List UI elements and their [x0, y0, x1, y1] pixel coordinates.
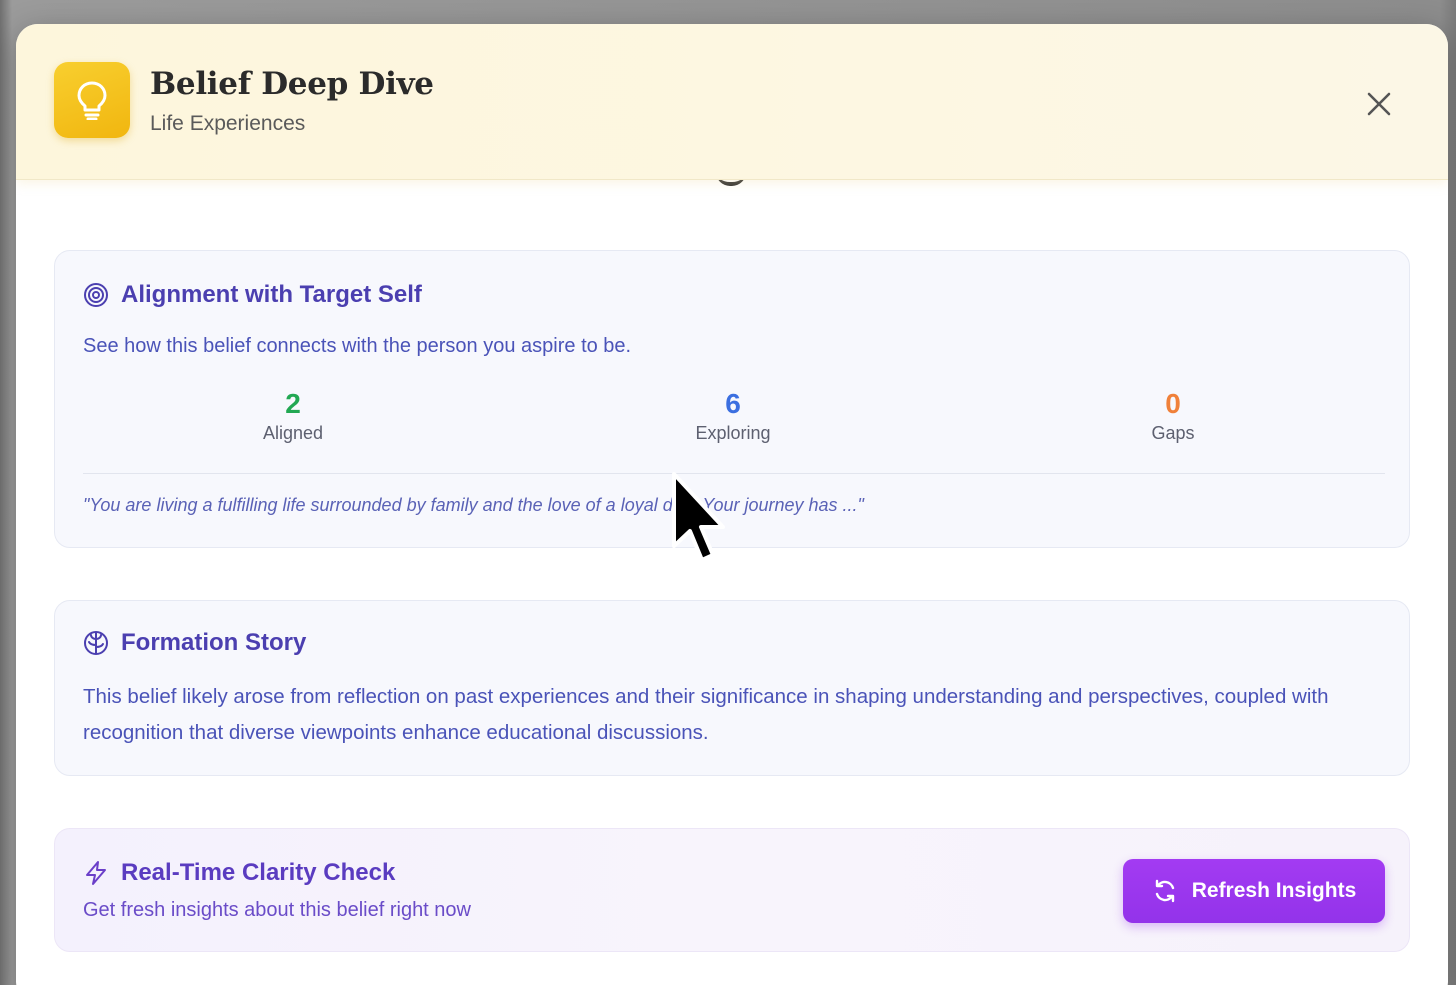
- refresh-insights-button[interactable]: Refresh Insights: [1123, 859, 1385, 923]
- clarity-heading: Real-Time Clarity Check: [83, 859, 395, 887]
- divider: [83, 473, 1385, 474]
- stat-gaps-value: 0: [1165, 388, 1181, 419]
- lightning-icon: [86, 861, 106, 885]
- clarity-description: Get fresh insights about this belief rig…: [83, 899, 471, 921]
- refresh-icon: [1155, 879, 1174, 903]
- alignment-heading: Alignment with Target Self: [83, 281, 422, 309]
- modal-header: Belief Deep Dive Life Experiences: [16, 24, 1448, 180]
- stat-gaps: 0 Gaps: [1063, 387, 1283, 444]
- formation-title: Formation Story: [121, 629, 307, 656]
- clarity-title: Real-Time Clarity Check: [121, 859, 396, 886]
- stat-exploring: 6 Exploring: [623, 387, 843, 444]
- modal-title: Belief Deep Dive: [150, 66, 434, 102]
- modal-body[interactable]: Alignment with Target Self See how this …: [16, 180, 1448, 985]
- stat-exploring-label: Exploring: [695, 423, 771, 443]
- close-button[interactable]: [1361, 86, 1397, 122]
- clipped-heading-fragment: [716, 180, 746, 186]
- close-icon: [1367, 92, 1391, 116]
- stat-gaps-label: Gaps: [1151, 423, 1195, 443]
- clarity-check-card: Real-Time Clarity Check Get fresh insigh…: [54, 828, 1410, 952]
- target-self-quote: "You are living a fulfilling life surrou…: [83, 495, 864, 515]
- stat-exploring-value: 6: [725, 388, 741, 419]
- formation-story-text: This belief likely arose from reflection…: [83, 685, 1329, 744]
- formation-heading: Formation Story: [83, 629, 306, 657]
- stat-aligned-label: Aligned: [262, 423, 324, 443]
- lightbulb-icon: [54, 62, 130, 138]
- target-icon: [84, 283, 108, 307]
- stat-aligned-value: 2: [285, 388, 301, 419]
- alignment-title: Alignment with Target Self: [121, 281, 422, 308]
- stat-aligned: 2 Aligned: [183, 387, 403, 444]
- formation-story-card: Formation Story This belief likely arose…: [54, 600, 1410, 776]
- alignment-card: Alignment with Target Self See how this …: [54, 250, 1410, 548]
- belief-deep-dive-modal: Belief Deep Dive Life Experiences Alignm…: [16, 24, 1448, 985]
- alignment-description: See how this belief connects with the pe…: [83, 335, 632, 357]
- brain-icon: [84, 631, 108, 655]
- modal-subtitle: Life Experiences: [150, 112, 306, 135]
- refresh-insights-label: Refresh Insights: [1191, 879, 1357, 902]
